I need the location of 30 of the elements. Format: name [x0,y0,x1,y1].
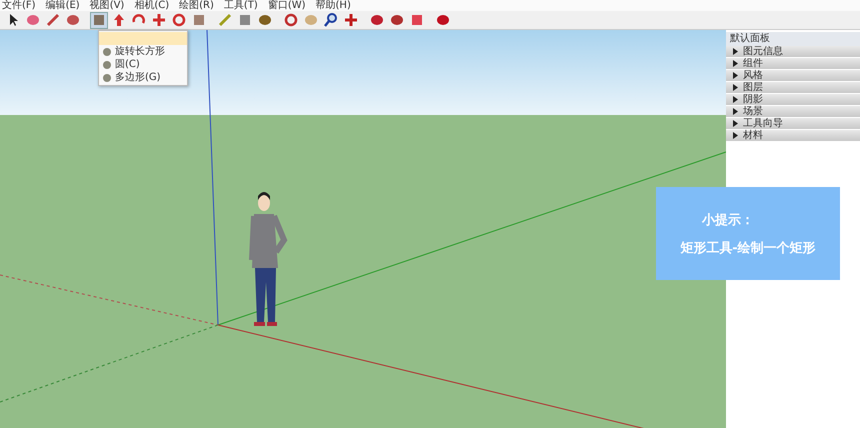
menu-item[interactable]: 相机(C) [134,0,170,11]
move-icon[interactable] [150,12,168,28]
panel-tray[interactable]: 组件 [726,58,860,70]
menu-item-label: 多边形(G) [115,72,161,84]
search-icon[interactable] [322,12,340,28]
menu-item[interactable]: 帮助(H) [316,0,351,11]
rectangle-icon[interactable] [90,12,108,28]
menu-item[interactable]: 多边形(G) [99,71,187,84]
menu-item[interactable]: 工具(T) [224,0,258,11]
panel-tray[interactable]: 阴影 [726,94,860,106]
menu-item[interactable]: 视图(V) [90,0,124,11]
menu-item-label: 旋转长方形 [115,46,165,58]
zoom-extents-icon[interactable] [342,12,360,28]
panel-tray[interactable]: 工具向导 [726,118,860,130]
panel-tray[interactable]: 图元信息 [726,46,860,58]
menu-item[interactable]: 绘图(R) [179,0,214,11]
orbit-icon[interactable] [282,12,300,28]
panel-title: 默认面板 [726,32,860,46]
menu-item[interactable]: 旋转长方形 [99,45,187,58]
tip-text: 矩形工具-绘制一个矩形 [680,240,816,256]
menu-item-label: 圆(C) [115,58,140,70]
menu-item[interactable]: 圆(C) [99,58,187,71]
panel-tray[interactable]: 风格 [726,70,860,82]
panel-tray[interactable]: 场景 [726,106,860,118]
tip-title: 小提示： [702,212,754,228]
panel-tray[interactable]: 材料 [726,130,860,142]
menu-item[interactable]: 编辑(E) [46,0,80,11]
panel-tray[interactable]: 图层 [726,82,860,94]
pencil-icon[interactable] [44,12,62,28]
tape-measure-icon[interactable] [216,12,234,28]
